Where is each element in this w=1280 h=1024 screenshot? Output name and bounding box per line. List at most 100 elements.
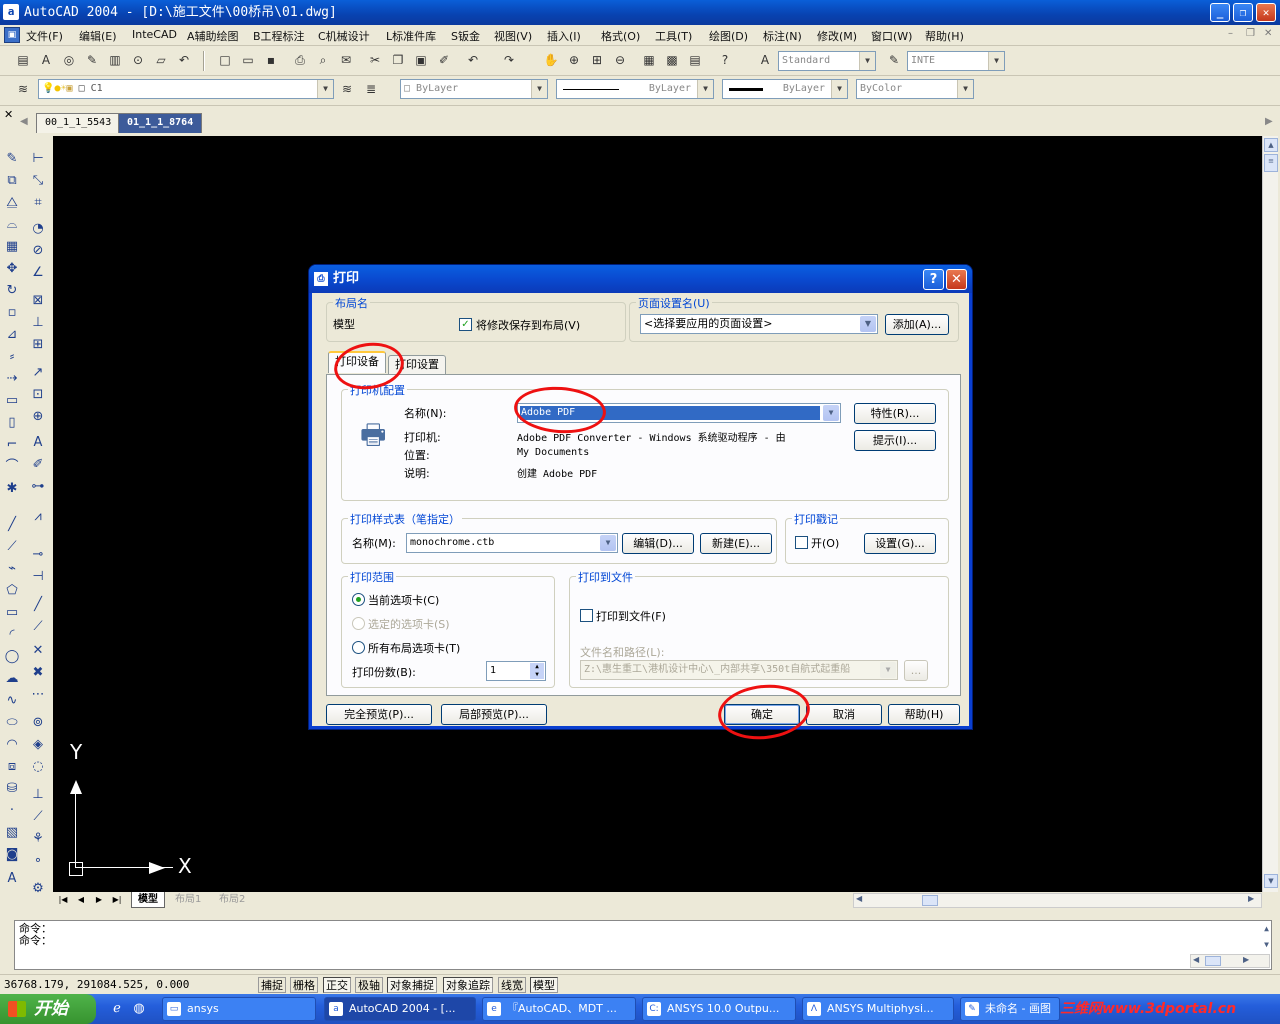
snap-intersection-icon[interactable]: ╱	[28, 595, 48, 615]
start-button[interactable]: 开始	[0, 994, 96, 1024]
menu-insert[interactable]: 插入(I)	[547, 28, 581, 44]
snap-toggle[interactable]: 捕捉	[258, 977, 286, 993]
menu-file[interactable]: 文件(F)	[26, 28, 63, 44]
menu-dimension[interactable]: 标注(N)	[763, 28, 802, 44]
horizontal-scrollbar[interactable]: ◀ ▶	[853, 893, 1262, 908]
match-icon[interactable]: ✎	[83, 51, 101, 69]
dim-update-icon[interactable]: ⊶	[28, 477, 48, 497]
first-layout-icon[interactable]: |◀	[55, 893, 71, 907]
menu-format[interactable]: 格式(O)	[601, 28, 640, 44]
pan-icon[interactable]: ✋	[542, 51, 560, 69]
prev-layout-icon[interactable]: ◀	[73, 893, 89, 907]
snap-tangent-icon[interactable]: ⊚	[28, 713, 48, 733]
range-current-radio[interactable]	[352, 593, 365, 606]
tab-layout2[interactable]: 布局2	[213, 892, 251, 908]
match-properties-icon[interactable]: ✐	[435, 51, 453, 69]
plot-stamp-settings-button[interactable]: 设置(G)...	[864, 533, 936, 554]
snap-none-icon[interactable]: ∘	[28, 851, 48, 871]
angular-dim-icon[interactable]: ∠	[28, 263, 48, 283]
construction-line-icon[interactable]: ⟋	[2, 537, 22, 557]
tab-layout1[interactable]: 布局1	[169, 892, 207, 908]
quicklaunch-icon[interactable]: ◍	[130, 1000, 148, 1018]
zoom-previous-icon[interactable]: ⊖	[611, 51, 629, 69]
task-ansys-folder[interactable]: ▭ ansys	[162, 997, 316, 1021]
multiline-text-icon[interactable]: A	[2, 869, 22, 889]
block-icon[interactable]: ⊙	[129, 51, 147, 69]
quick-dim-icon[interactable]: ⊠	[28, 291, 48, 311]
ordinate-dim-icon[interactable]: ⌗	[28, 193, 48, 213]
decrement-icon[interactable]: ▼	[530, 671, 544, 679]
task-paint[interactable]: ✎ 未命名 - 画图	[960, 997, 1060, 1021]
zoom-window-icon[interactable]: ⊞	[588, 51, 606, 69]
menu-edit[interactable]: 编辑(E)	[79, 28, 117, 44]
otrack-toggle[interactable]: 对象追踪	[443, 977, 493, 993]
chamfer-icon[interactable]: ⌐	[2, 435, 22, 455]
arc-icon[interactable]: ↶	[175, 51, 193, 69]
lineweight-combo[interactable]: ByLayer ▼	[722, 79, 848, 99]
tool-palettes-icon[interactable]: ▤	[686, 51, 704, 69]
dim-style-combo[interactable]: INTE ▼	[907, 51, 1005, 71]
task-ansys-output[interactable]: C: ANSYS 10.0 Outpu...	[642, 997, 796, 1021]
diameter-dim-icon[interactable]: ⊘	[28, 241, 48, 261]
plot-style-combo[interactable]: monochrome.ctb ▼	[406, 533, 618, 553]
cmd-scroll-down-icon[interactable]: ▼	[1264, 939, 1269, 951]
page-setup-combo[interactable]: <选择要应用的页面设置> ▼	[640, 314, 878, 334]
tab-model[interactable]: 模型	[131, 892, 165, 908]
print-icon[interactable]: ⎙	[291, 51, 309, 69]
open-file-icon[interactable]: ▭	[239, 51, 257, 69]
new-file-icon[interactable]: □	[216, 51, 234, 69]
stretch-icon[interactable]: ⊿	[2, 325, 22, 345]
point-icon[interactable]: ·	[2, 801, 22, 821]
range-selected-radio[interactable]	[352, 617, 365, 630]
baseline-dim-icon[interactable]: ⊥	[28, 313, 48, 333]
plot-stamp-checkbox[interactable]	[795, 536, 808, 549]
scroll-thumb[interactable]: ≡	[1264, 154, 1278, 172]
vertical-scrollbar[interactable]: ▲ ≡ ▼	[1262, 136, 1278, 892]
dim-text-icon[interactable]: A	[28, 433, 48, 453]
edit-plot-style-button[interactable]: 编辑(D)...	[622, 533, 694, 554]
offset-icon[interactable]: ⌓	[2, 215, 22, 235]
snap-extension-icon[interactable]: ✕	[28, 641, 48, 661]
snap-parallel-icon[interactable]: ◌	[28, 757, 48, 777]
zoom-realtime-icon[interactable]: ⊕	[565, 51, 583, 69]
arc-draw-icon[interactable]: ◜	[2, 625, 22, 645]
text-style-icon[interactable]: A	[37, 51, 55, 69]
trim-icon[interactable]: ⸗	[2, 347, 22, 367]
design-center-icon[interactable]: ▩	[663, 51, 681, 69]
ellipse-arc-icon[interactable]: ◠	[2, 735, 22, 755]
snap-apparent-icon[interactable]: ⟋	[28, 617, 48, 637]
hatch-icon[interactable]: ▧	[2, 823, 22, 843]
snap-nearest-icon[interactable]: ⚘	[28, 829, 48, 849]
cube-icon[interactable]: ▱	[152, 51, 170, 69]
save-icon[interactable]: ▪	[262, 51, 280, 69]
full-preview-button[interactable]: 完全预览(P)...	[326, 704, 432, 725]
make-layer-current-icon[interactable]: ≋	[338, 80, 356, 98]
menu-window[interactable]: 窗口(W)	[871, 28, 912, 44]
add-page-setup-button[interactable]: 添加(A)...	[885, 314, 949, 335]
spline-icon[interactable]: ∿	[2, 691, 22, 711]
doc-tab-00[interactable]: 00_1_1_5543	[36, 113, 121, 133]
command-window[interactable]: 命令： 命令： ▲ ▼	[14, 920, 1272, 970]
rotate-icon[interactable]: ↻	[2, 281, 22, 301]
osnap-toggle[interactable]: 对象捕捉	[387, 977, 437, 993]
mdi-minimize-button[interactable]: –	[1228, 28, 1233, 39]
rectangle-icon[interactable]: ▭	[2, 603, 22, 623]
paste-icon[interactable]: ▣	[412, 51, 430, 69]
help-icon[interactable]: ?	[716, 51, 734, 69]
snap-quadrant-icon[interactable]: ⋯	[28, 685, 48, 705]
scroll-right-icon[interactable]: ▶	[1243, 955, 1249, 964]
grid-toggle[interactable]: 栅格	[290, 977, 318, 993]
new-drawing-icon[interactable]: ▤	[14, 51, 32, 69]
printer-properties-button[interactable]: 特性(R)...	[854, 403, 936, 424]
menu-draw[interactable]: 绘图(D)	[709, 28, 748, 44]
center-mark-icon[interactable]: ⊕	[28, 407, 48, 427]
menu-view[interactable]: 视图(V)	[494, 28, 532, 44]
menu-tools[interactable]: 工具(T)	[655, 28, 692, 44]
mdi-close-button[interactable]: ✕	[1264, 28, 1272, 39]
plot-to-file-checkbox[interactable]	[580, 609, 593, 622]
ellipse-icon[interactable]: ⬭	[2, 713, 22, 733]
increment-icon[interactable]: ▲	[530, 663, 544, 671]
array-icon[interactable]: ▦	[2, 237, 22, 257]
layer-previous-icon[interactable]: ≣	[362, 80, 380, 98]
fillet-icon[interactable]: ⌒	[2, 457, 22, 477]
